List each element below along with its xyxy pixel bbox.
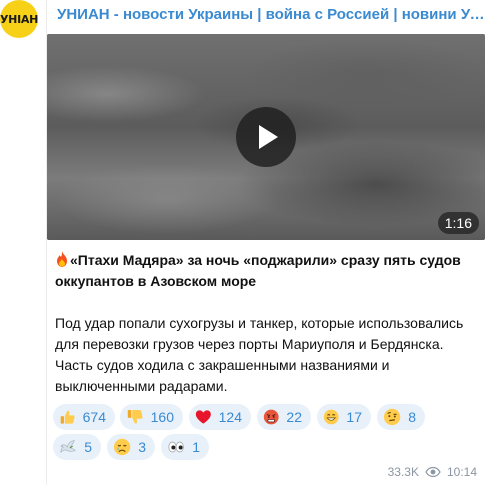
reaction-count: 8: [408, 409, 416, 425]
reaction-crying[interactable]: 3: [107, 434, 155, 460]
thumbs-up-icon: [60, 410, 75, 424]
post-headline: «Птахи Мадяра» за ночь «поджарили» сразу…: [55, 250, 475, 292]
post-headline-text: «Птахи Мадяра» за ночь «поджарили» сразу…: [55, 252, 461, 289]
reaction-count: 1: [192, 439, 200, 455]
reaction-count: 124: [218, 409, 242, 425]
channel-logo: УНІАН: [0, 12, 38, 26]
reaction-count: 22: [286, 409, 302, 425]
video-duration: 1:16: [437, 212, 479, 234]
angry-face-icon: [263, 409, 279, 425]
reaction-angry[interactable]: 22: [257, 404, 311, 430]
message-time: 10:14: [446, 465, 477, 479]
thumbs-down-icon: [127, 409, 143, 424]
play-icon: [259, 125, 278, 149]
eyes-icon: [168, 441, 184, 453]
post-body: Под удар попали сухогрузы и танкер, кото…: [55, 315, 464, 394]
reaction-count: 3: [138, 439, 146, 455]
reaction-count: 17: [346, 409, 362, 425]
raised-eyebrow-face-icon: [383, 408, 401, 426]
reaction-eyes[interactable]: 1: [161, 434, 209, 460]
channel-title[interactable]: УНИАН - новости Украины | война с Россие…: [57, 5, 485, 25]
grinning-face-icon: [323, 409, 339, 425]
views-eye-icon: [425, 467, 441, 477]
dove-icon: [60, 440, 76, 453]
red-heart-icon: [195, 410, 211, 424]
message-meta: 33.3K 10:14: [388, 464, 477, 480]
telegram-post: УНІАН УНИАН - новости Украины | война с …: [0, 0, 488, 485]
crying-face-icon: [113, 438, 131, 456]
reaction-thumbs-down[interactable]: 160: [120, 404, 183, 430]
reaction-raised-eyebrow[interactable]: 8: [377, 404, 425, 430]
reaction-count: 160: [150, 409, 174, 425]
message-bubble: УНИАН - новости Украины | война с Россие…: [46, 0, 488, 485]
reaction-heart[interactable]: 124: [189, 404, 251, 430]
fire-icon: [57, 251, 67, 267]
reaction-dove[interactable]: 5: [53, 434, 101, 460]
channel-avatar[interactable]: УНІАН: [0, 0, 38, 38]
reaction-grinning[interactable]: 17: [317, 404, 371, 430]
play-button[interactable]: [236, 107, 296, 167]
reaction-thumbs-up[interactable]: 674: [53, 404, 115, 430]
reaction-count: 5: [84, 439, 92, 455]
reaction-count: 674: [82, 409, 106, 425]
view-count: 33.3K: [387, 465, 419, 479]
video-player[interactable]: 1:16: [47, 34, 485, 240]
